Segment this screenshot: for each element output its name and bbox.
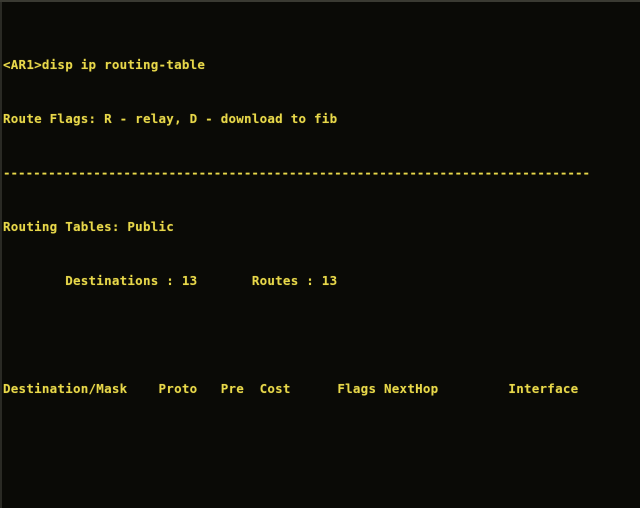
terminal-window[interactable]: <AR1>disp ip routing-table Route Flags: … xyxy=(0,0,640,508)
summary-line: Destinations : 13 Routes : 13 xyxy=(3,273,338,288)
separator-line: ----------------------------------------… xyxy=(3,165,590,180)
command-line: <AR1>disp ip routing-table xyxy=(3,57,206,72)
terminal-screen[interactable]: <AR1>disp ip routing-table Route Flags: … xyxy=(3,2,640,508)
routing-tables-line: Routing Tables: Public xyxy=(3,219,175,234)
blank-line-2 xyxy=(3,434,640,452)
table-header-row: Destination/Mask Proto Pre Cost Flags Ne… xyxy=(3,381,579,396)
blank-line-1 xyxy=(3,326,640,344)
route-flags-line: Route Flags: R - relay, D - download to … xyxy=(3,111,338,126)
